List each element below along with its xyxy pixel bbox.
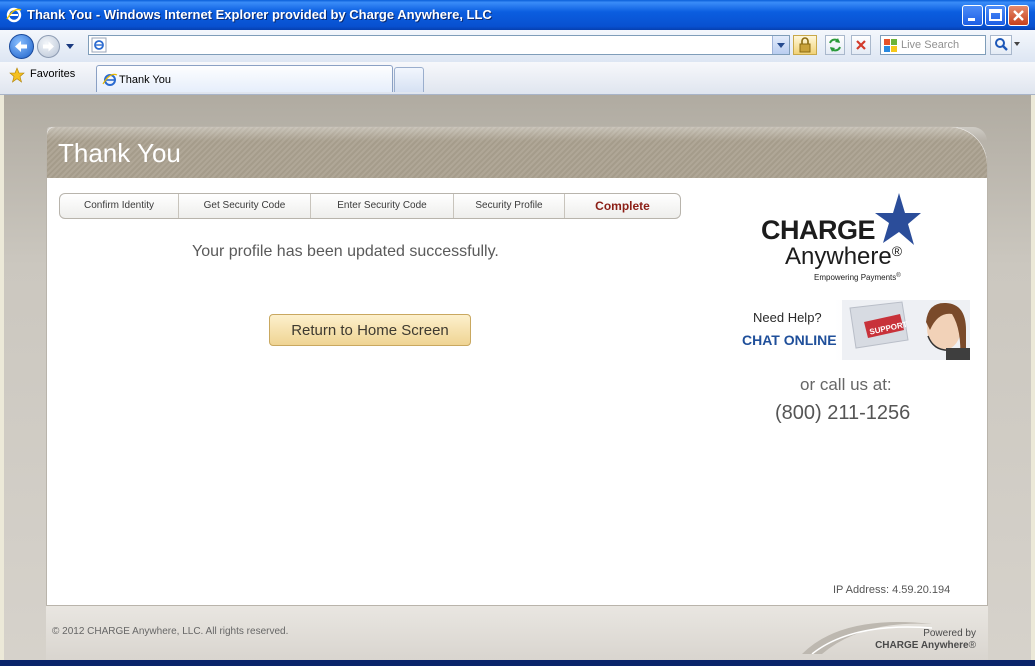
chat-online-link[interactable]: CHAT ONLINE <box>742 332 837 348</box>
powered-by-mark: ® <box>968 640 976 651</box>
new-tab-button[interactable] <box>394 67 424 92</box>
panel-header: Thank You <box>47 127 987 178</box>
progress-steps: Confirm Identity Get Security Code Enter… <box>59 193 681 219</box>
call-us-text: or call us at: <box>800 375 892 394</box>
windows-flag-icon <box>884 39 897 52</box>
browser-window: Thank You - Windows Internet Explorer pr… <box>0 0 1035 666</box>
window-title: Thank You - Windows Internet Explorer pr… <box>27 7 492 22</box>
logo-charge-text: CHARGE <box>761 215 876 245</box>
arrow-left-icon <box>15 41 27 52</box>
search-options-dropdown[interactable] <box>1014 42 1020 46</box>
logo-anywhere-text: Anywhere® <box>785 243 902 271</box>
step-get-security-code: Get Security Code <box>179 194 311 218</box>
need-help-text: Need Help? <box>753 310 822 325</box>
stop-icon <box>856 40 866 50</box>
search-input[interactable] <box>901 37 981 53</box>
search-button[interactable] <box>990 35 1012 55</box>
ie-page-icon <box>91 37 107 53</box>
page-footer: © 2012 CHARGE Anywhere, LLC. All rights … <box>46 606 988 660</box>
forward-button[interactable] <box>37 35 60 58</box>
success-message: Your profile has been updated successful… <box>192 243 499 260</box>
window-bottom-border <box>0 660 1035 666</box>
minimize-button[interactable] <box>962 5 983 26</box>
powered-by: Powered by CHARGE Anywhere® <box>875 628 976 652</box>
logo-tagline: Empowering Payments® <box>814 273 901 282</box>
support-agent-icon: SUPPORT <box>842 300 970 360</box>
step-enter-security-code: Enter Security Code <box>311 194 454 218</box>
minimize-icon <box>968 18 975 21</box>
favorites-bar: Favorites Thank You <box>0 62 1035 95</box>
magnifier-icon <box>995 38 1008 51</box>
address-dropdown-button[interactable] <box>772 36 789 54</box>
thank-you-panel: Thank You Confirm Identity Get Security … <box>46 126 988 606</box>
ip-address: IP Address: 4.59.20.194 <box>833 584 951 596</box>
tab-thank-you[interactable]: Thank You <box>96 65 393 92</box>
step-security-profile: Security Profile <box>454 194 565 218</box>
maximize-icon <box>989 9 1002 21</box>
stop-button[interactable] <box>851 35 871 55</box>
close-icon <box>1013 10 1024 21</box>
refresh-button[interactable] <box>825 35 845 55</box>
favorites-star-icon <box>9 67 25 83</box>
arrow-right-icon <box>43 41 54 52</box>
powered-by-brand: CHARGE Anywhere <box>875 640 969 651</box>
step-confirm-identity: Confirm Identity <box>60 194 179 218</box>
back-button[interactable] <box>9 34 34 59</box>
navigation-bar <box>0 30 1035 62</box>
powered-by-line2: CHARGE Anywhere® <box>875 640 976 652</box>
tab-label: Thank You <box>119 74 171 86</box>
logo-anywhere-word: Anywhere <box>785 243 892 270</box>
copyright-text: © 2012 CHARGE Anywhere, LLC. All rights … <box>52 626 289 637</box>
refresh-icon <box>829 38 841 52</box>
phone-number: (800) 211-1256 <box>775 402 911 424</box>
ie-logo-icon <box>102 73 118 86</box>
live-search-box[interactable] <box>880 35 986 55</box>
page-title: Thank You <box>58 138 181 168</box>
title-bar: Thank You - Windows Internet Explorer pr… <box>0 0 1035 30</box>
powered-by-line1: Powered by <box>923 628 976 639</box>
logo-registered-mark: ® <box>891 243 903 259</box>
recent-pages-dropdown[interactable] <box>66 44 74 49</box>
charge-anywhere-logo: CHARGE Anywhere® Empowering Payments® <box>761 193 941 289</box>
logo-tagline-text: Empowering Payments <box>814 273 897 282</box>
chat-online-banner[interactable]: Need Help? CHAT ONLINE SUPPORT <box>742 300 970 360</box>
return-home-button[interactable]: Return to Home Screen <box>269 314 471 346</box>
favorites-label: Favorites <box>30 68 76 80</box>
close-window-button[interactable] <box>1008 5 1029 26</box>
maximize-button[interactable] <box>985 5 1006 26</box>
ie-logo-icon <box>6 7 22 23</box>
step-complete: Complete <box>595 199 650 213</box>
security-lock-button[interactable] <box>793 35 817 55</box>
lock-icon <box>799 37 811 53</box>
logo-tagline-mark: ® <box>896 273 901 279</box>
address-bar[interactable] <box>88 35 790 55</box>
